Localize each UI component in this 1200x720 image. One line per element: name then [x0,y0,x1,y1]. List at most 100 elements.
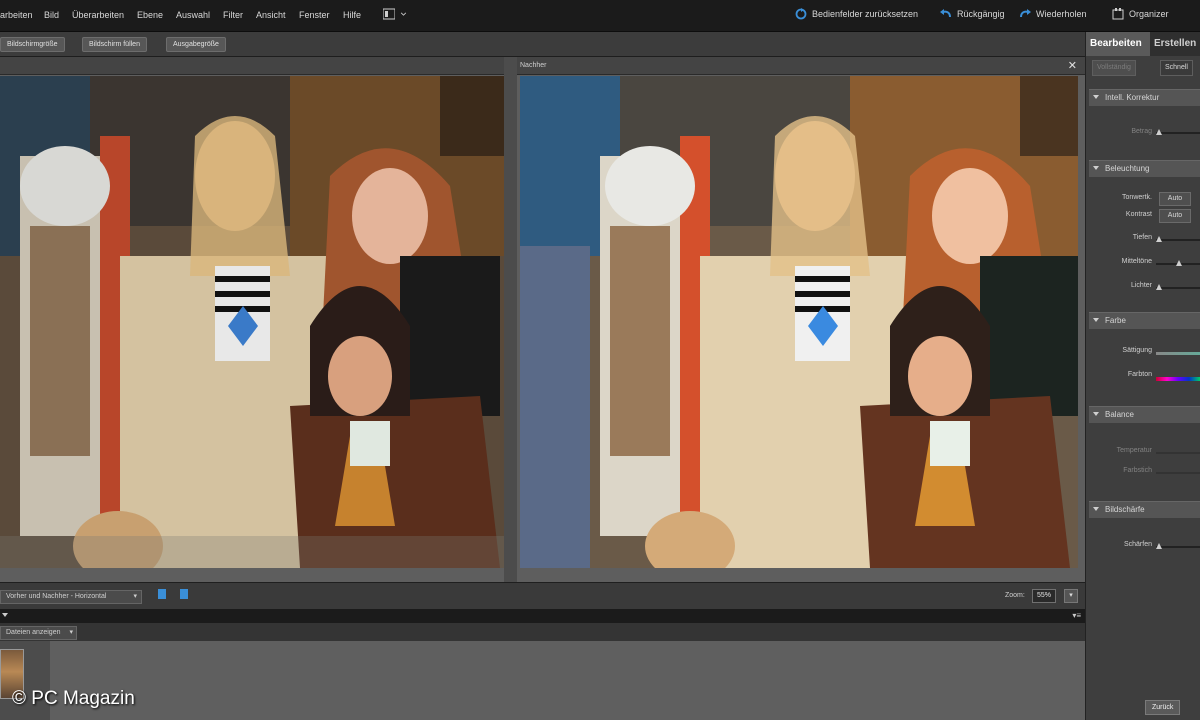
subtab-schnell[interactable]: Schnell [1160,60,1193,76]
label-betrag: Betrag [1131,128,1152,135]
print-size-button[interactable]: Ausgabegröße [166,37,226,52]
after-image[interactable] [520,76,1078,568]
layout-icon [383,8,395,20]
layout-menu-button[interactable] [383,8,407,20]
project-bin-header: ▾≡ [0,609,1085,623]
slider-knob[interactable] [1176,260,1182,266]
menu-hilfe[interactable]: Hilfe [343,10,361,20]
tab-bearbeiten[interactable]: Bearbeiten [1086,32,1156,56]
slider-knob[interactable] [1156,284,1162,290]
redo-label: Wiederholen [1036,9,1087,19]
tab-erstellen[interactable]: Erstellen [1150,32,1200,56]
reset-panels-button[interactable]: Bedienfelder zurücksetzen [795,8,918,20]
menu-bild[interactable]: Bild [44,10,59,20]
slider-schaerfen[interactable] [1156,543,1200,549]
view-mode-dropdown[interactable]: Vorher und Nachher - Horizontal ▾ [0,590,142,604]
view-mode-value: Vorher und Nachher - Horizontal [6,593,107,600]
menu-auswahl[interactable]: Auswahl [176,10,210,20]
collapse-triangle-icon [1093,412,1099,416]
redo-button[interactable]: Wiederholen [1019,8,1087,20]
close-icon[interactable]: ✕ [1068,58,1077,75]
section-balance[interactable]: Balance [1089,406,1200,423]
label-saettigung: Sättigung [1122,347,1152,354]
slider-betrag[interactable] [1156,129,1200,135]
section-balance-label: Balance [1105,410,1134,419]
bin-filter-value: Dateien anzeigen [6,629,61,636]
collapse-triangle-icon [1093,95,1099,99]
menu-fenster[interactable]: Fenster [299,10,330,20]
section-farbe[interactable]: Farbe [1089,312,1200,329]
collapse-triangle-icon [1093,318,1099,322]
bin-filter-dropdown[interactable]: Dateien anzeigen ▾ [0,626,77,640]
undo-label: Rückgängig [957,9,1005,19]
organizer-button[interactable]: Organizer [1112,8,1169,20]
collapse-triangle-icon [1093,166,1099,170]
organizer-label: Organizer [1129,9,1169,19]
section-bildschaerfe-label: Bildschärfe [1105,505,1145,514]
section-intell-korrektur-label: Intell. Korrektur [1105,93,1160,102]
slider-knob[interactable] [1156,543,1162,549]
subtab-vollstaendig[interactable]: Vollständig [1092,60,1136,76]
before-photo-graphic [0,76,504,568]
bin-options-bar: Dateien anzeigen ▾ [0,623,1085,641]
chevron-down-icon [400,12,407,16]
section-farbe-label: Farbe [1105,316,1126,325]
label-lichter: Lichter [1130,282,1152,289]
before-pane-header [0,57,504,75]
project-bin-area [0,641,1085,720]
slider-knob[interactable] [1156,129,1162,135]
menu-filter[interactable]: Filter [223,10,243,20]
reset-button[interactable]: Zurück [1145,700,1181,715]
menu-ebene[interactable]: Ebene [137,10,163,20]
zoom-field[interactable]: 55% [1032,589,1057,603]
chevron-down-icon: ▾ [133,593,137,600]
label-tiefen: Tiefen [1132,234,1152,241]
collapse-triangle-icon [1093,507,1099,511]
before-image[interactable] [0,76,504,568]
label-kontrast: Kontrast [1125,211,1152,218]
bin-menu-icon[interactable]: ▾≡ [1072,611,1081,620]
watermark: © PC Magazin [12,688,135,709]
pane-divider[interactable] [504,57,517,582]
organizer-icon [1112,8,1124,20]
slider-lichter[interactable] [1156,284,1200,290]
tool-options-bar: Bildschirmgröße Bildschirm füllen Ausgab… [0,32,1085,57]
label-temperatur: Temperatur [1116,447,1152,454]
sync-view-icon-2[interactable] [180,589,188,599]
after-pane-title: Nachher [520,62,547,69]
fill-screen-button[interactable]: Bildschirm füllen [82,37,147,52]
section-intell-korrektur[interactable]: Intell. Korrektur [1089,89,1200,106]
after-photo-graphic [520,76,1078,568]
reset-panels-label: Bedienfelder zurücksetzen [812,9,919,19]
slider-knob[interactable] [1156,236,1162,242]
section-beleuchtung[interactable]: Beleuchtung [1089,160,1200,177]
menu-ueberarbeiten[interactable]: Überarbeiten [72,10,124,20]
view-bar: Vorher und Nachher - Horizontal ▾ Zoom: … [0,582,1085,609]
bin-collapse-icon[interactable] [2,613,8,617]
label-tonwert: Tonwertk. [1122,194,1152,201]
section-bildschaerfe[interactable]: Bildschärfe [1089,501,1200,518]
label-farbton: Farbton [1127,371,1152,378]
menu-bearbeiten[interactable]: arbeiten [0,10,33,20]
zoom-stepper[interactable]: ▾ [1064,589,1078,603]
slider-saettigung[interactable] [1156,352,1200,355]
image-workspace: Nachher ✕ [0,57,1085,582]
reset-icon [795,8,807,20]
menu-bar: arbeiten Bild Überarbeiten Ebene Auswahl… [0,0,1200,32]
label-farbstich: Farbstich [1123,467,1152,474]
auto-tonwert-button[interactable]: Auto [1159,192,1191,206]
zoom-label: Zoom: [1005,592,1025,599]
undo-button[interactable]: Rückgängig [940,8,1005,20]
undo-icon [940,9,951,18]
slider-mitteltoene[interactable] [1156,260,1200,266]
slider-farbton[interactable] [1156,377,1200,381]
auto-kontrast-button[interactable]: Auto [1159,209,1191,223]
menu-ansicht[interactable]: Ansicht [256,10,286,20]
screen-size-button[interactable]: Bildschirmgröße [0,37,65,52]
chevron-down-icon: ▾ [69,629,73,636]
slider-temperatur[interactable] [1156,452,1200,454]
slider-tiefen[interactable] [1156,236,1200,242]
slider-farbstich[interactable] [1156,472,1200,474]
after-pane-header: Nachher ✕ [517,57,1085,75]
sync-view-icon[interactable] [158,589,166,599]
